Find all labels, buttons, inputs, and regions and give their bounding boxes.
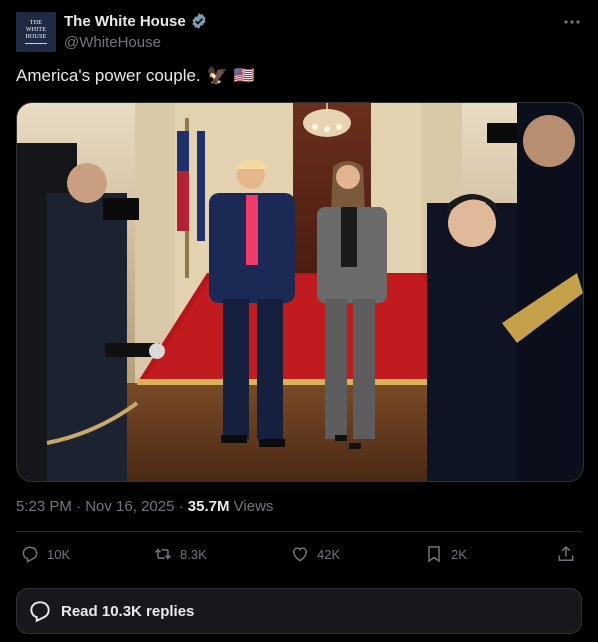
verified-badge-icon xyxy=(192,13,206,29)
photo-illustration xyxy=(17,103,583,481)
share-icon xyxy=(558,545,574,561)
divider-top xyxy=(16,531,582,532)
tweet-body: America's power couple. xyxy=(16,66,201,85)
avatar-text-house: HOUSE xyxy=(25,34,47,40)
like-button[interactable]: 42K xyxy=(290,544,340,564)
repost-count: 8.3K xyxy=(180,546,207,562)
heart-icon xyxy=(292,547,308,562)
reply-icon xyxy=(22,546,38,563)
views-label: Views xyxy=(229,498,274,515)
tweet-time[interactable]: 5:23 PM xyxy=(16,498,72,515)
like-count: 42K xyxy=(317,546,341,562)
reply-button[interactable]: 10K xyxy=(20,544,70,564)
tweet-date[interactable]: Nov 16, 2025 xyxy=(85,498,174,515)
share-button[interactable] xyxy=(556,544,583,564)
read-replies-button[interactable]: Read 10.3K replies xyxy=(16,588,582,634)
tweet-card: THE WHITE HOUSE The White House @WhiteHo… xyxy=(0,0,598,642)
avatar-text-white: WHITE xyxy=(25,27,47,33)
repost-button[interactable]: 8.3K xyxy=(153,544,207,564)
action-bar: 10K 8.3K 42K 2K xyxy=(16,540,582,572)
bookmark-count: 2K xyxy=(451,546,467,562)
reply-count: 10K xyxy=(47,546,71,562)
avatar[interactable]: THE WHITE HOUSE xyxy=(16,12,56,52)
name-row: The White House xyxy=(64,12,208,30)
views-count: 35.7M xyxy=(187,498,230,515)
more-horizontal-icon[interactable] xyxy=(562,12,582,32)
tweet-photo[interactable] xyxy=(16,102,584,482)
repost-icon xyxy=(154,548,172,560)
avatar-text-the: THE xyxy=(29,20,43,26)
us-flag-emoji: 🇺🇸 xyxy=(233,66,256,85)
avatar-rule xyxy=(25,43,47,44)
tweet-meta: 5:23 PM · Nov 16, 2025 · 35.7M Views xyxy=(16,498,273,515)
meta-separator: · xyxy=(71,498,86,515)
bookmark-icon xyxy=(428,546,440,563)
display-name[interactable]: The White House xyxy=(64,13,186,30)
reply-bubble-icon xyxy=(30,601,50,623)
handle[interactable]: @WhiteHouse xyxy=(64,34,161,51)
read-replies-label: Read 10.3K replies xyxy=(61,602,195,620)
meta-separator-2: · xyxy=(174,498,188,515)
bookmark-button[interactable]: 2K xyxy=(424,544,467,564)
tweet-text: America's power couple. 🦅 🇺🇸 xyxy=(16,66,255,86)
eagle-emoji: 🦅 xyxy=(206,66,228,85)
